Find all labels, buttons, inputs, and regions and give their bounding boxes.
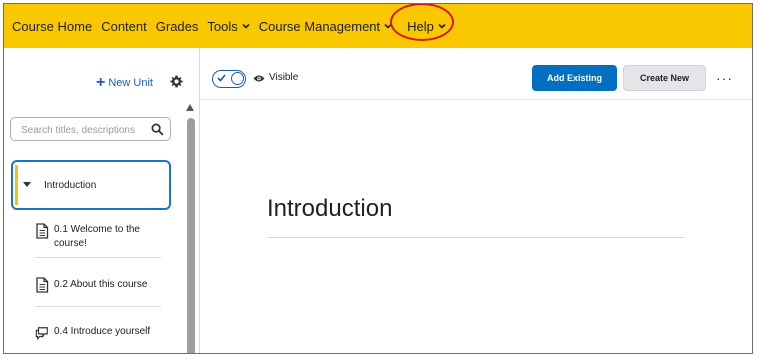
- add-existing-button[interactable]: Add Existing: [532, 65, 617, 91]
- document-icon: [36, 223, 49, 239]
- nav-course-management-label: Course Management: [258, 18, 381, 34]
- sidebar-header: + New Unit: [4, 48, 197, 100]
- topic-item-welcome[interactable]: 0.1 Welcome to the course!: [35, 223, 161, 251]
- nav-content[interactable]: Content: [101, 19, 147, 34]
- check-icon: [217, 74, 226, 82]
- unit-title: Introduction: [267, 195, 393, 222]
- topic-divider: [35, 306, 161, 307]
- unit-item-introduction[interactable]: Introduction: [11, 160, 171, 210]
- chevron-down-icon: [384, 23, 392, 29]
- unit-accent-bar: [15, 165, 18, 205]
- nav-grades[interactable]: Grades: [156, 19, 199, 34]
- topic-item-about[interactable]: 0.2 About this course: [35, 277, 161, 293]
- nav-help[interactable]: Help: [390, 4, 455, 41]
- toggle-knob: [231, 72, 244, 85]
- topic-label: 0.2 About this course: [54, 279, 148, 290]
- discussion-icon: [35, 327, 48, 341]
- nav-tools[interactable]: Tools: [207, 18, 250, 34]
- nav-course-home[interactable]: Course Home: [12, 19, 92, 34]
- search-icon[interactable]: [151, 123, 164, 136]
- nav-course-home-label: Course Home: [12, 18, 93, 34]
- caret-down-icon[interactable]: [23, 182, 31, 188]
- gear-icon[interactable]: [170, 75, 183, 88]
- nav-tools-label: Tools: [207, 18, 238, 34]
- topic-label: 0.1 Welcome to the course!: [54, 224, 140, 249]
- scroll-up-arrow[interactable]: [186, 104, 194, 111]
- nav-help-label: Help: [407, 18, 434, 34]
- document-icon: [36, 277, 49, 293]
- sidebar-scrollbar[interactable]: [187, 118, 195, 353]
- topic-label: 0.4 Introduce yourself: [54, 326, 151, 337]
- more-options-icon[interactable]: ···: [716, 70, 733, 86]
- new-unit-button[interactable]: + New Unit: [96, 74, 153, 91]
- eye-icon: [253, 75, 265, 82]
- title-divider: [267, 237, 685, 238]
- search-input[interactable]: [19, 119, 153, 141]
- visibility-label: Visible: [269, 72, 299, 83]
- search-field: [10, 117, 171, 141]
- plus-icon: +: [96, 74, 106, 91]
- course-navbar: Course Home Content Grades Tools Course …: [4, 4, 752, 48]
- unit-label: Introduction: [44, 179, 97, 191]
- chevron-down-icon: [438, 23, 446, 29]
- visibility-toggle[interactable]: [212, 70, 246, 88]
- nav-grades-label: Grades: [155, 18, 199, 34]
- chevron-down-icon: [242, 23, 250, 29]
- new-unit-label: New Unit: [108, 77, 153, 89]
- nav-course-management[interactable]: Course Management: [259, 19, 392, 34]
- app-window: Course Home Content Grades Tools Course …: [3, 3, 753, 354]
- nav-content-label: Content: [101, 18, 147, 34]
- topic-item-introduce[interactable]: 0.4 Introduce yourself: [35, 325, 161, 341]
- content-toolbar: Visible Add Existing Create New ···: [200, 48, 752, 100]
- create-new-button[interactable]: Create New: [623, 65, 706, 91]
- topic-divider: [35, 257, 161, 258]
